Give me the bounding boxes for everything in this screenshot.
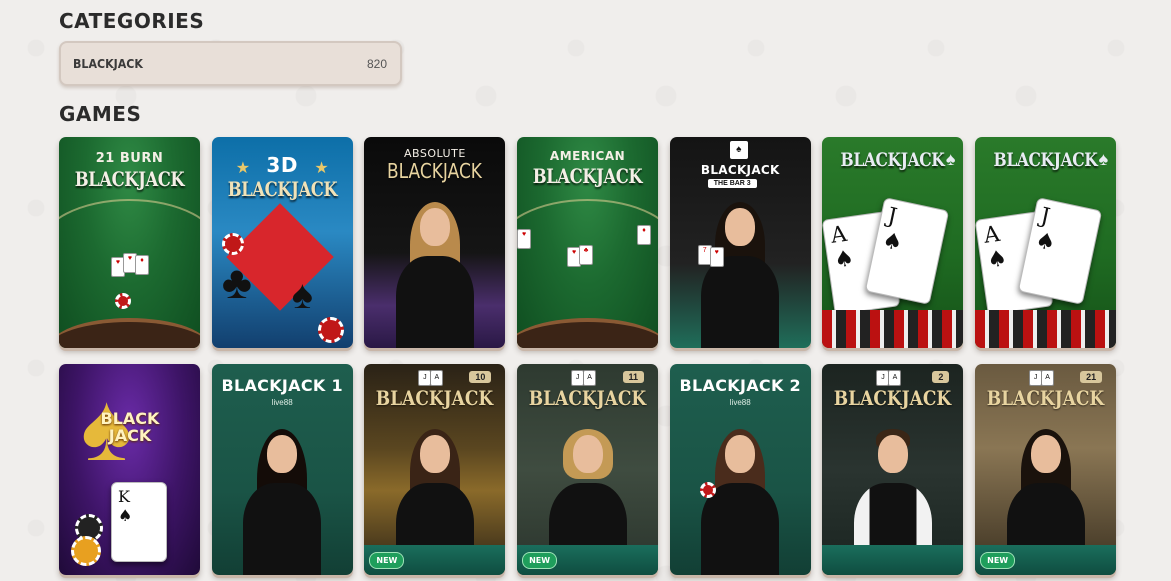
game-title: BLACKJACK [387, 159, 483, 183]
dealer-head [419, 208, 450, 246]
game-tile-blackjack-1[interactable]: BLACKJACK 1 live88 [211, 364, 353, 575]
game-title: BLACKJACK [532, 164, 643, 188]
provider-logo: live88 [271, 398, 293, 407]
card-icon: ♦ [637, 225, 652, 245]
dealer-image [392, 202, 478, 348]
cards-icon: JA [418, 370, 446, 386]
spade-icon: ♠ [945, 149, 956, 169]
dealer-body [701, 256, 780, 348]
game-title: BLACKJACK [74, 167, 185, 191]
dealer-head [419, 435, 450, 473]
card-icon: ♠ [729, 141, 748, 159]
chip-icon [317, 317, 344, 343]
dealer-image [239, 429, 325, 575]
spade-suit-icon: ♠ [291, 273, 313, 317]
dealer-image [697, 429, 783, 575]
card-icon: ♦ [135, 255, 149, 275]
game-tile-absolute-blackjack[interactable]: ABSOLUTE BLACKJACK [364, 137, 506, 348]
dealer-head [1030, 435, 1061, 473]
game-title: BLACKJACK [700, 163, 780, 177]
new-badge: NEW [980, 552, 1016, 569]
game-subtitle: THE BAR 3 [707, 179, 757, 188]
table-number: 2 [932, 371, 950, 383]
games-grid: 21 BURN BLACKJACK ♥ ♥ ♦ 3D ★ ★ BLACKJACK… [59, 137, 1117, 575]
chip-icon [71, 536, 101, 566]
table-number: 11 [622, 371, 645, 383]
club-suit-icon: ♣ [221, 256, 252, 308]
game-title: BLACK JACK [100, 409, 160, 445]
category-count: 820 [366, 56, 387, 71]
game-title: BLACKJACK [986, 386, 1105, 410]
game-title: BLACKJACK 1 [221, 376, 343, 395]
game-tile-american-blackjack[interactable]: AMERICAN BLACKJACK ♥ ♣ ♦ ♥ [517, 137, 659, 348]
game-subtitle: 21 BURN [95, 151, 164, 166]
table-rail [59, 318, 200, 348]
game-title: BLACKJACK [227, 177, 337, 201]
game-subtitle: AMERICAN [549, 149, 626, 163]
game-tile-blackjack-10[interactable]: JA 10 BLACKJACK NEW [364, 364, 506, 575]
dealer-image [697, 202, 783, 348]
games-heading: GAMES [59, 102, 142, 126]
game-title: BLACKJACK [528, 386, 647, 410]
chip-icon [699, 482, 716, 498]
dealer-head [725, 435, 756, 473]
categories-heading: CATEGORIES [59, 9, 205, 33]
game-tile-blackjack-the-bar-3[interactable]: ♠ BLACKJACK THE BAR 3 7 ♥ [669, 137, 811, 348]
chip-icon [115, 293, 131, 309]
game-subtitle: 3D [266, 153, 298, 177]
game-tile-blackjack-classic-1[interactable]: BLACKJACK ♠ A ♠ J ♠ [822, 137, 964, 348]
chip-stacks [822, 310, 964, 348]
category-label: BLACKJACK [73, 56, 143, 71]
dealer-body [701, 483, 780, 575]
card-king: K ♠ [111, 482, 167, 562]
game-tile-3d-blackjack[interactable]: 3D ★ ★ BLACKJACK ♣ ♠ [211, 137, 353, 348]
game-title: BLACKJACK [993, 149, 1098, 171]
chip-stacks [975, 310, 1117, 348]
game-tile-blackjack-classic-2[interactable]: BLACKJACK ♠ A ♠ J ♠ [975, 137, 1117, 348]
category-blackjack[interactable]: BLACKJACK 820 [59, 41, 402, 86]
game-tile-blackjack-table-2[interactable]: JA 2 BLACKJACK [822, 364, 964, 575]
table-number: 10 [469, 371, 492, 383]
game-title: BLACKJACK [840, 149, 945, 171]
dealer-head [725, 208, 756, 246]
table-rail [517, 318, 659, 348]
card-icon: ♥ [517, 229, 532, 249]
dealer-head [267, 435, 298, 473]
game-title: BLACKJACK [834, 386, 952, 410]
dealer-body [243, 483, 322, 575]
cards-icon: JA [1029, 370, 1057, 386]
cards-icon: JA [876, 370, 904, 386]
chip-icon [221, 233, 244, 255]
game-title: BLACKJACK 2 [679, 376, 801, 395]
table-edge [822, 545, 964, 575]
dealer-body [395, 256, 474, 348]
new-badge: NEW [369, 552, 405, 569]
game-tile-blackjack-2[interactable]: BLACKJACK 2 live88 [669, 364, 811, 575]
new-badge: NEW [522, 552, 558, 569]
game-tile-black-jack-purple[interactable]: ♠ BLACK JACK K ♠ [59, 364, 200, 575]
game-tile-blackjack-11[interactable]: JA 11 BLACKJACK NEW [517, 364, 659, 575]
provider-logo: live88 [729, 398, 751, 407]
spade-icon: ♠ [1098, 149, 1109, 169]
cards-icon: JA [571, 370, 599, 386]
star-icon: ★ [235, 160, 251, 177]
game-title: BLACKJACK [376, 386, 494, 410]
card-icon: ♣ [579, 245, 594, 265]
table-number: 21 [1080, 371, 1103, 383]
card-icon: ♥ [709, 247, 724, 267]
game-tile-blackjack-21[interactable]: JA 21 BLACKJACK NEW [975, 364, 1117, 575]
game-tile-21-burn-blackjack[interactable]: 21 BURN BLACKJACK ♥ ♥ ♦ [59, 137, 200, 348]
star-icon: ★ [314, 160, 329, 177]
dealer-head [572, 435, 603, 473]
dealer-head [877, 435, 908, 473]
